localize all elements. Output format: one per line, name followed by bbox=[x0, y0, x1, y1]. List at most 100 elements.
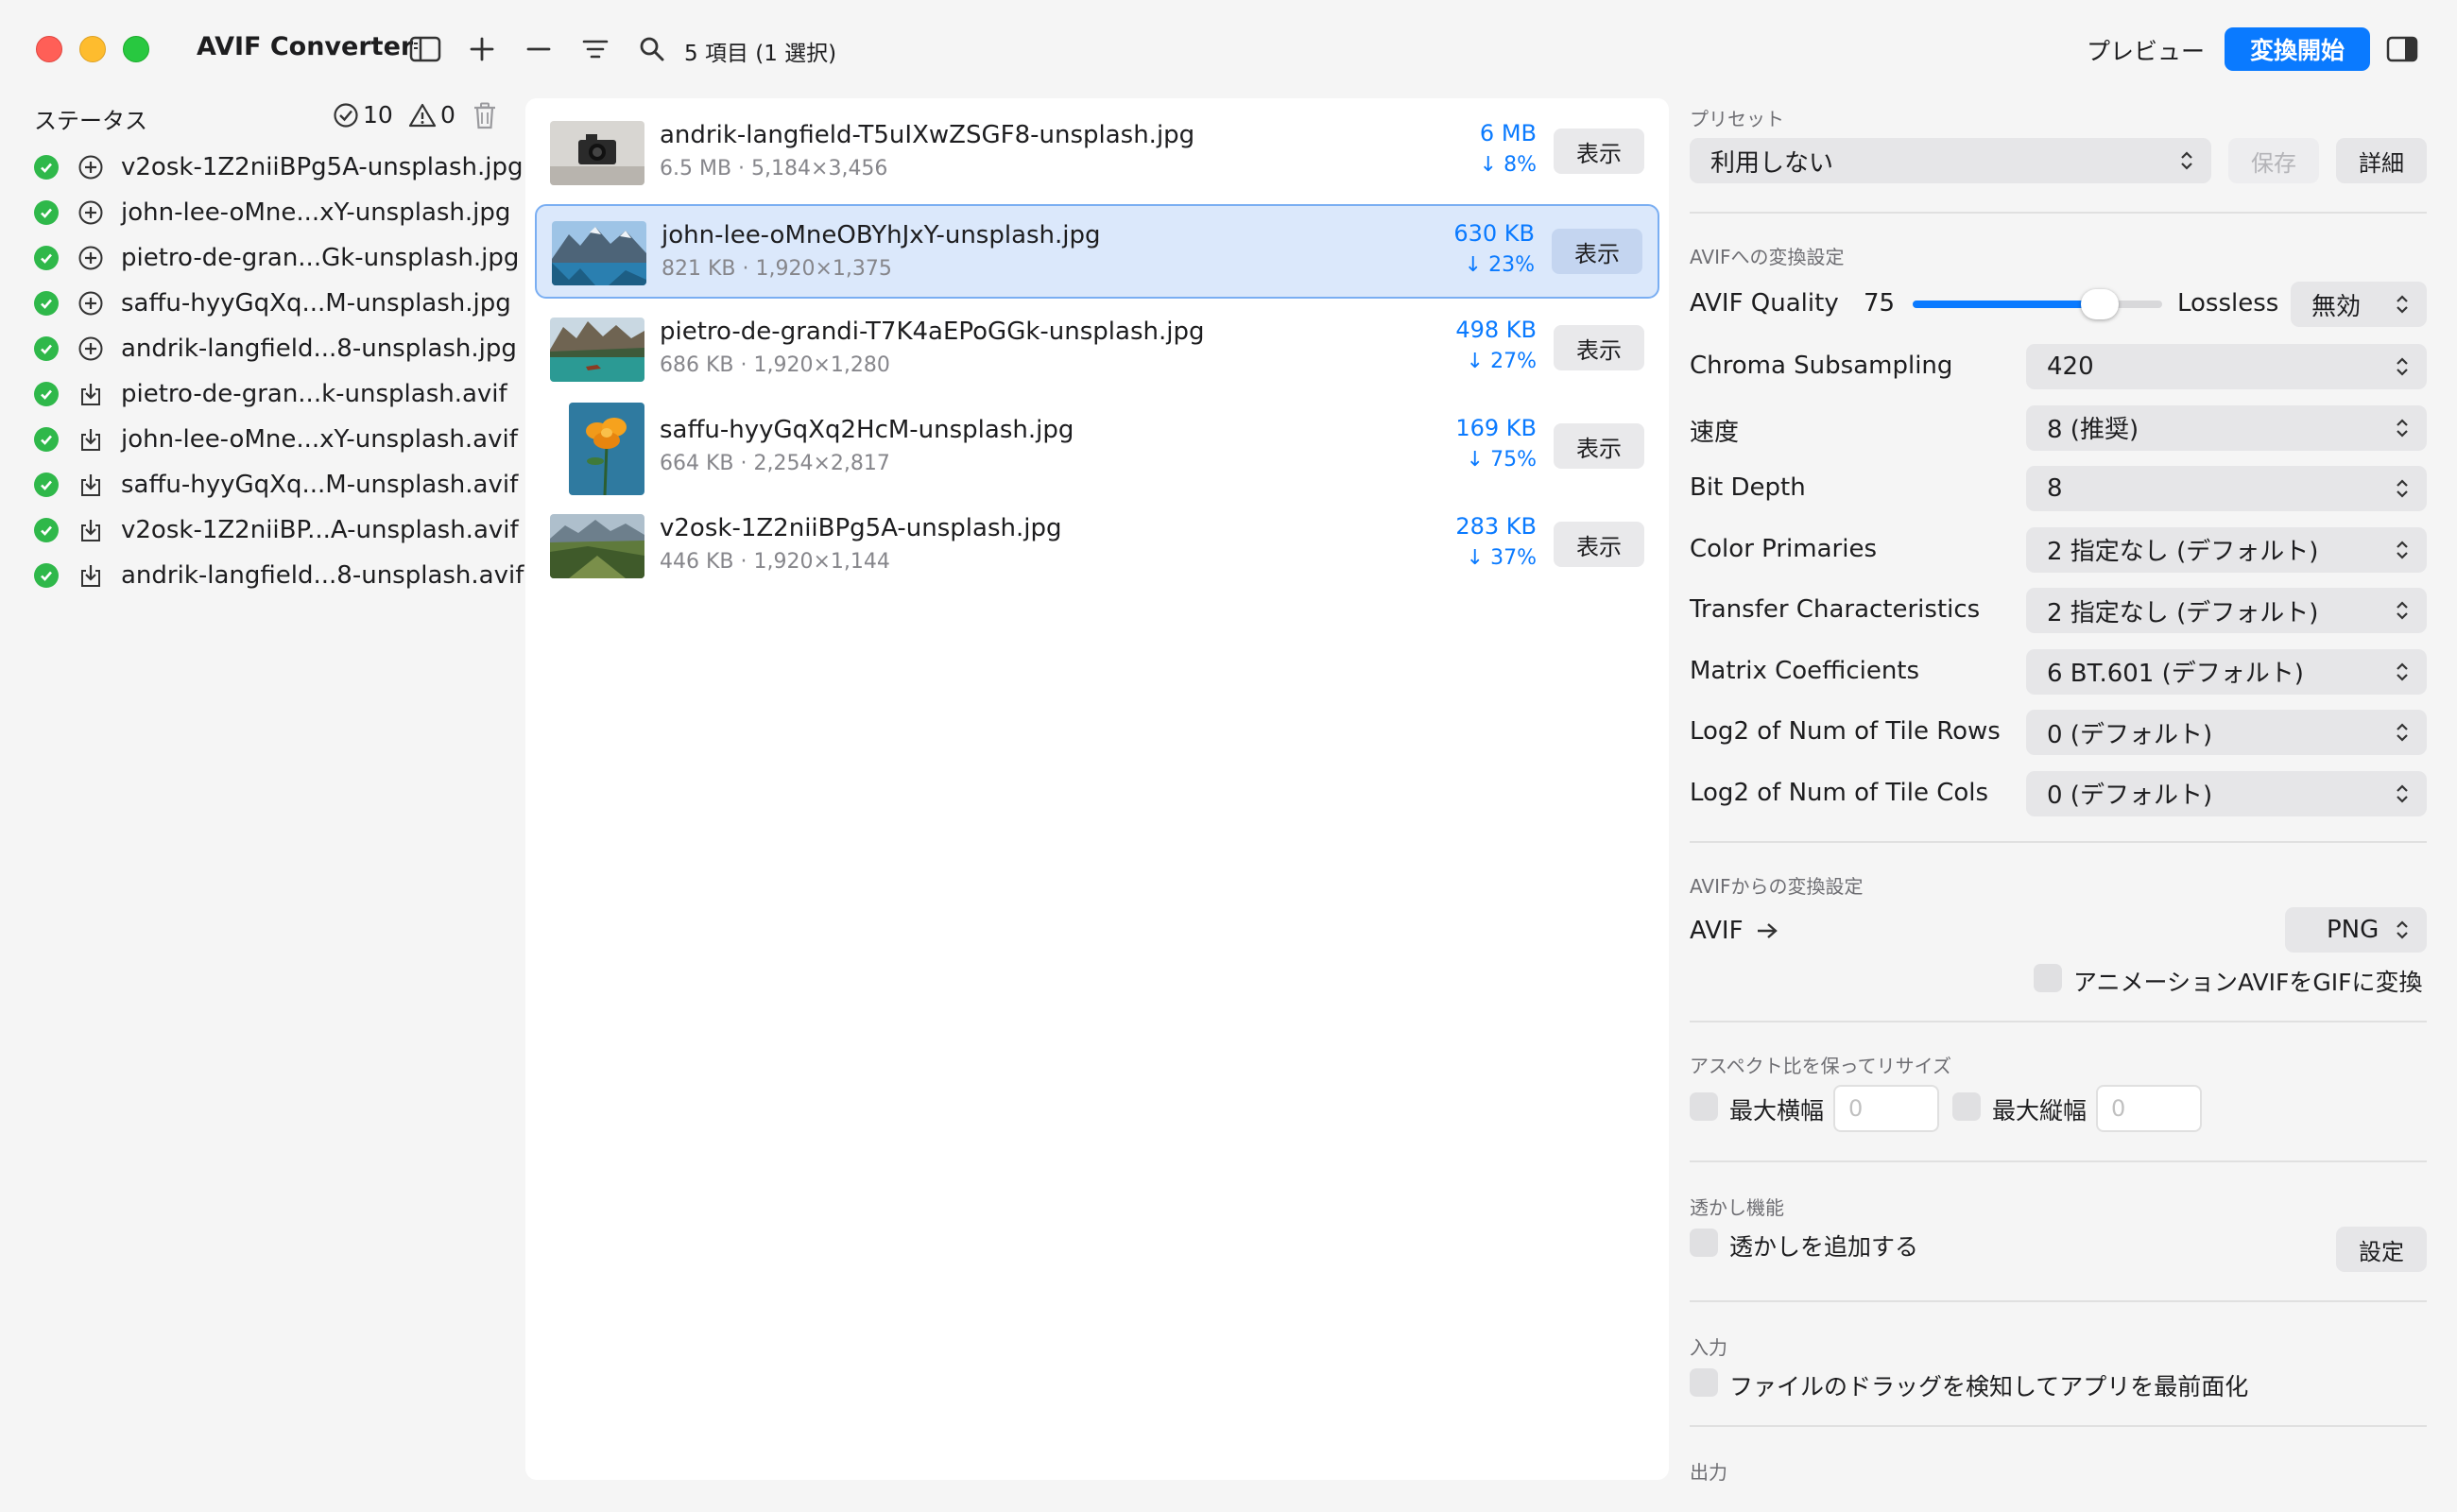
converted-size: 498 KB bbox=[1455, 317, 1537, 343]
show-button[interactable]: 表示 bbox=[1554, 129, 1644, 174]
file-meta: 821 KB · 1,920×1,375 bbox=[662, 257, 892, 281]
setting-popup[interactable]: 8 bbox=[2026, 466, 2427, 511]
output-format-popup[interactable]: PNG bbox=[2285, 907, 2427, 953]
export-icon bbox=[77, 381, 104, 407]
setting-value: 2 指定なし (デフォルト) bbox=[2047, 538, 2319, 566]
file-row[interactable]: saffu-hyyGqXq2HcM-unsplash.jpg 664 KB · 2… bbox=[535, 401, 1659, 495]
add-icon[interactable] bbox=[461, 28, 503, 70]
watermark-section-label: 透かし機能 bbox=[1690, 1196, 1784, 1219]
file-list[interactable]: andrik-langfield-T5uIXwZSGF8-unsplash.jp… bbox=[525, 98, 1669, 1480]
setting-value: 8 bbox=[2047, 474, 2063, 503]
drag-detect-checkbox[interactable] bbox=[1690, 1368, 1718, 1397]
preview-button[interactable]: プレビュー bbox=[2075, 30, 2216, 70]
status-list-item[interactable]: saffu-hyyGqXq...M-unsplash.avif bbox=[34, 462, 518, 507]
add-watermark-label: 透かしを追加する bbox=[1729, 1233, 1919, 1261]
setting-value: 0 (デフォルト) bbox=[2047, 782, 2213, 810]
file-row[interactable]: andrik-langfield-T5uIXwZSGF8-unsplash.jp… bbox=[535, 106, 1659, 200]
setting-popup[interactable]: 0 (デフォルト) bbox=[2026, 770, 2427, 816]
max-height-checkbox[interactable] bbox=[1952, 1092, 1981, 1121]
status-list-item[interactable]: andrik-langfield...8-unsplash.avif bbox=[34, 553, 524, 598]
sidebar-toggle-icon[interactable] bbox=[404, 28, 446, 70]
chevron-updown-icon bbox=[2397, 295, 2408, 314]
status-list-item[interactable]: pietro-de-gran...k-unsplash.avif bbox=[34, 371, 507, 417]
converted-size: 630 KB bbox=[1453, 220, 1535, 247]
file-name: pietro-de-grandi-T7K4aEPoGGk-unsplash.jp… bbox=[660, 318, 1205, 346]
setting-popup[interactable]: 420 bbox=[2026, 344, 2427, 389]
success-check-icon bbox=[34, 336, 59, 361]
setting-value: 2 指定なし (デフォルト) bbox=[2047, 598, 2319, 627]
chevron-updown-icon bbox=[2397, 418, 2408, 438]
file-row[interactable]: v2osk-1Z2niiBPg5A-unsplash.jpg 446 KB · 1… bbox=[535, 499, 1659, 593]
avif-quality-value: 75 bbox=[1864, 289, 1896, 318]
show-button[interactable]: 表示 bbox=[1554, 423, 1644, 469]
start-conversion-button[interactable]: 変換開始 bbox=[2225, 27, 2370, 71]
arrow-right-icon bbox=[1756, 920, 1778, 945]
filter-icon[interactable] bbox=[575, 28, 616, 70]
status-list-item[interactable]: john-lee-oMne...xY-unsplash.jpg bbox=[34, 190, 511, 235]
minimize-window-button[interactable] bbox=[79, 36, 106, 62]
max-width-input[interactable]: 0 bbox=[1833, 1085, 1939, 1132]
status-list-item[interactable]: pietro-de-gran...Gk-unsplash.jpg bbox=[34, 235, 519, 281]
status-list-item[interactable]: v2osk-1Z2niiBPg5A-unsplash.jpg bbox=[34, 145, 523, 190]
max-height-label: 最大縦幅 bbox=[1992, 1097, 2088, 1125]
status-list-item[interactable]: saffu-hyyGqXq...M-unsplash.jpg bbox=[34, 281, 511, 326]
close-window-button[interactable] bbox=[36, 36, 62, 62]
add-circle-icon bbox=[77, 335, 104, 362]
setting-label: Log2 of Num of Tile Rows bbox=[1690, 717, 2001, 746]
avif-quality-slider[interactable] bbox=[1913, 301, 2162, 308]
warning-count: 0 bbox=[408, 101, 455, 129]
preset-value: 利用しない bbox=[1710, 148, 1834, 178]
preset-section-label: プリセット bbox=[1690, 108, 1784, 130]
file-row[interactable]: pietro-de-grandi-T7K4aEPoGGk-unsplash.jp… bbox=[535, 302, 1659, 397]
file-meta: 686 KB · 1,920×1,280 bbox=[660, 353, 890, 377]
status-item-name: saffu-hyyGqXq...M-unsplash.jpg bbox=[121, 289, 511, 318]
lossless-popup[interactable]: 無効 bbox=[2291, 282, 2427, 327]
max-width-checkbox[interactable] bbox=[1690, 1092, 1718, 1121]
remove-icon[interactable] bbox=[518, 28, 559, 70]
trash-icon[interactable] bbox=[472, 102, 497, 134]
converted-size: 283 KB bbox=[1455, 513, 1537, 540]
export-icon bbox=[77, 472, 104, 498]
file-meta: 6.5 MB · 5,184×3,456 bbox=[660, 157, 888, 180]
avif-quality-slider-knob[interactable] bbox=[2081, 289, 2119, 319]
size-reduction: ↓ 37% bbox=[1466, 546, 1537, 570]
file-thumbnail bbox=[552, 221, 646, 285]
status-list-item[interactable]: v2osk-1Z2niiBP...A-unsplash.avif bbox=[34, 507, 519, 553]
warning-count-value: 0 bbox=[440, 101, 455, 129]
inspector-toggle-icon[interactable] bbox=[2381, 28, 2423, 70]
setting-popup[interactable]: 2 指定なし (デフォルト) bbox=[2026, 588, 2427, 633]
file-name: john-lee-oMneOBYhJxY-unsplash.jpg bbox=[662, 221, 1101, 249]
drag-detect-label: ファイルのドラッグを検知してアプリを最前面化 bbox=[1729, 1373, 2249, 1400]
setting-popup[interactable]: 6 BT.601 (デフォルト) bbox=[2026, 648, 2427, 695]
size-reduction: ↓ 27% bbox=[1466, 350, 1537, 373]
resize-section-label: アスペクト比を保ってリサイズ bbox=[1690, 1055, 1951, 1077]
success-check-icon bbox=[34, 155, 59, 180]
chevron-updown-icon bbox=[2397, 601, 2408, 620]
status-list-item[interactable]: andrik-langfield...8-unsplash.jpg bbox=[34, 326, 517, 371]
preset-popup[interactable]: 利用しない bbox=[1690, 138, 2211, 183]
setting-popup[interactable]: 8 (推奨) bbox=[2026, 404, 2427, 451]
success-check-icon bbox=[34, 200, 59, 225]
warning-icon bbox=[408, 103, 437, 127]
add-watermark-checkbox[interactable] bbox=[1690, 1228, 1718, 1257]
show-button[interactable]: 表示 bbox=[1554, 522, 1644, 567]
converted-size: 6 MB bbox=[1479, 120, 1537, 146]
add-circle-icon bbox=[77, 245, 104, 271]
show-button[interactable]: 表示 bbox=[1554, 325, 1644, 370]
add-circle-icon bbox=[77, 154, 104, 180]
preset-save-button[interactable]: 保存 bbox=[2228, 138, 2319, 183]
file-row[interactable]: john-lee-oMneOBYhJxY-unsplash.jpg 821 KB … bbox=[535, 204, 1659, 299]
preset-detail-button[interactable]: 詳細 bbox=[2336, 138, 2427, 183]
status-item-name: john-lee-oMne...xY-unsplash.jpg bbox=[121, 198, 511, 227]
animated-avif-to-gif-checkbox[interactable] bbox=[2034, 964, 2062, 992]
max-height-input[interactable]: 0 bbox=[2096, 1085, 2202, 1132]
show-button[interactable]: 表示 bbox=[1552, 229, 1642, 274]
setting-label: 速度 bbox=[1690, 418, 1740, 447]
setting-popup[interactable]: 2 指定なし (デフォルト) bbox=[2026, 526, 2427, 573]
setting-popup[interactable]: 0 (デフォルト) bbox=[2026, 710, 2427, 755]
watermark-settings-button[interactable]: 設定 bbox=[2336, 1227, 2427, 1272]
chevron-updown-icon bbox=[2397, 357, 2408, 376]
status-list-item[interactable]: john-lee-oMne...xY-unsplash.avif bbox=[34, 417, 518, 462]
zoom-window-button[interactable] bbox=[123, 36, 149, 62]
search-icon[interactable] bbox=[631, 28, 673, 70]
